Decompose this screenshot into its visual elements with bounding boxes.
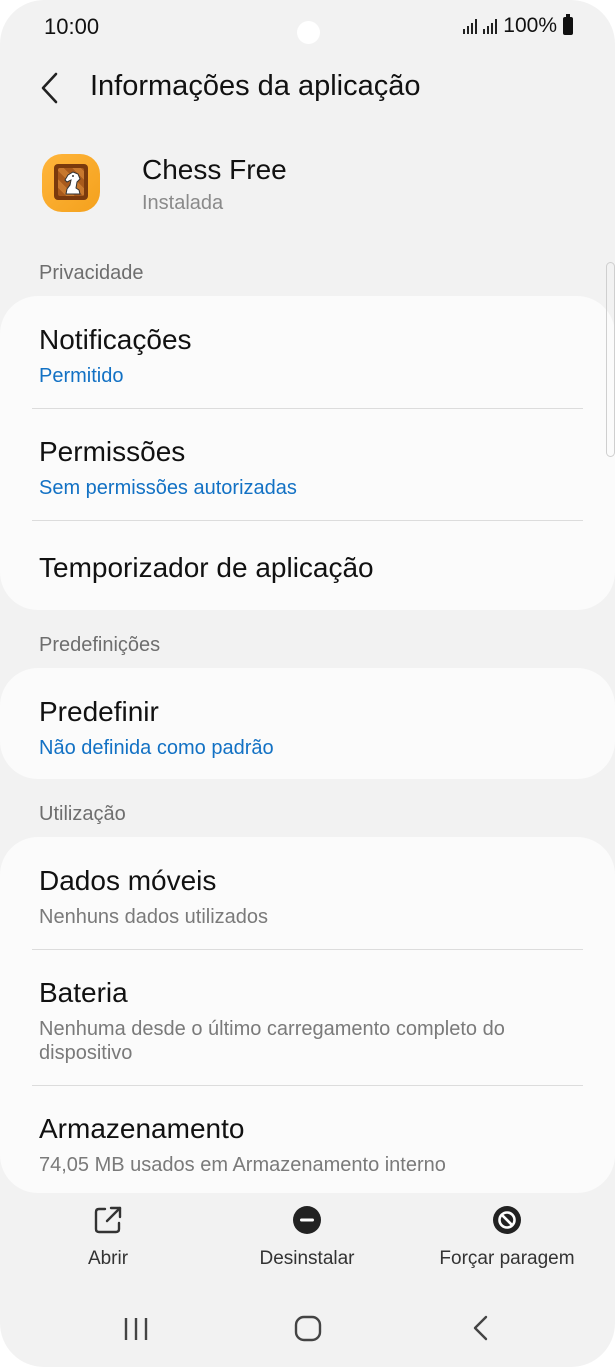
back-arrow-icon [473, 1315, 488, 1341]
privacy-card: Notificações Permitido Permissões Sem pe… [0, 296, 615, 610]
back-button[interactable] [34, 66, 68, 110]
recent-apps-button[interactable] [120, 1310, 152, 1351]
divider [32, 520, 583, 521]
divider [32, 1085, 583, 1086]
recent-apps-icon [124, 1318, 148, 1340]
signal-icon-2 [483, 18, 498, 34]
item-subtitle: Nenhuns dados utilizados [39, 906, 269, 928]
section-header-privacy: Privacidade [39, 262, 144, 284]
divider [32, 949, 583, 950]
uninstall-button[interactable]: Desinstalar [237, 1205, 377, 1270]
battery-percent: 100% [503, 14, 557, 37]
defaults-card: Predefinir Não definida como padrão [0, 668, 615, 779]
item-title: Armazenamento [39, 1113, 245, 1144]
force-stop-label: Forçar paragem [439, 1248, 575, 1269]
block-icon [493, 1206, 521, 1234]
usage-card: Dados móveis Nenhuns dados utilizados Ba… [0, 837, 615, 1193]
set-default-item[interactable]: Predefinir Não definida como padrão [39, 696, 583, 760]
camera-cutout [297, 21, 320, 44]
item-title: Dados móveis [39, 865, 217, 896]
item-subtitle: Permitido [39, 365, 124, 387]
section-header-usage: Utilização [39, 803, 126, 825]
item-title: Bateria [39, 977, 128, 1008]
battery-icon [563, 14, 573, 35]
status-icons: 100% [463, 14, 573, 38]
storage-item[interactable]: Armazenamento 74,05 MB usados em Armazen… [39, 1113, 583, 1177]
chevron-left-icon [41, 72, 58, 104]
home-icon [294, 1315, 322, 1342]
item-subtitle: Sem permissões autorizadas [39, 477, 297, 499]
uninstall-label: Desinstalar [259, 1248, 355, 1269]
open-external-icon [94, 1206, 122, 1234]
divider [32, 408, 583, 409]
item-title: Temporizador de aplicação [39, 552, 374, 583]
app-name: Chess Free [142, 154, 287, 185]
force-stop-button[interactable]: Forçar paragem [430, 1205, 584, 1270]
item-subtitle: 74,05 MB usados em Armazenamento interno [39, 1154, 446, 1176]
item-title: Permissões [39, 436, 186, 467]
section-header-defaults: Predefinições [39, 634, 161, 656]
scrollbar[interactable] [606, 262, 615, 457]
chess-knight-icon [64, 171, 81, 195]
item-subtitle: Nenhuma desde o último carregamento comp… [39, 1018, 505, 1064]
item-title: Notificações [39, 324, 192, 355]
open-button[interactable]: Abrir [58, 1205, 158, 1270]
item-subtitle: Não definida como padrão [39, 737, 274, 759]
app-install-status: Instalada [142, 192, 224, 214]
minus-circle-icon [293, 1206, 321, 1234]
notifications-item[interactable]: Notificações Permitido [39, 324, 583, 388]
home-button[interactable] [290, 1310, 326, 1351]
app-icon [42, 154, 100, 212]
nav-back-button[interactable] [466, 1310, 496, 1351]
page-title: Informações da aplicação [90, 70, 421, 102]
mobile-data-item[interactable]: Dados móveis Nenhuns dados utilizados [39, 865, 583, 929]
status-time: 10:00 [44, 14, 100, 39]
permissions-item[interactable]: Permissões Sem permissões autorizadas [39, 436, 583, 500]
phone-screen: 10:00 100% Informações da aplicação Ches… [0, 0, 615, 1367]
open-label: Abrir [87, 1248, 129, 1269]
app-timer-item[interactable]: Temporizador de aplicação [39, 552, 583, 584]
signal-icon [463, 18, 478, 34]
battery-item[interactable]: Bateria Nenhuma desde o último carregame… [39, 977, 583, 1065]
item-title: Predefinir [39, 696, 159, 727]
